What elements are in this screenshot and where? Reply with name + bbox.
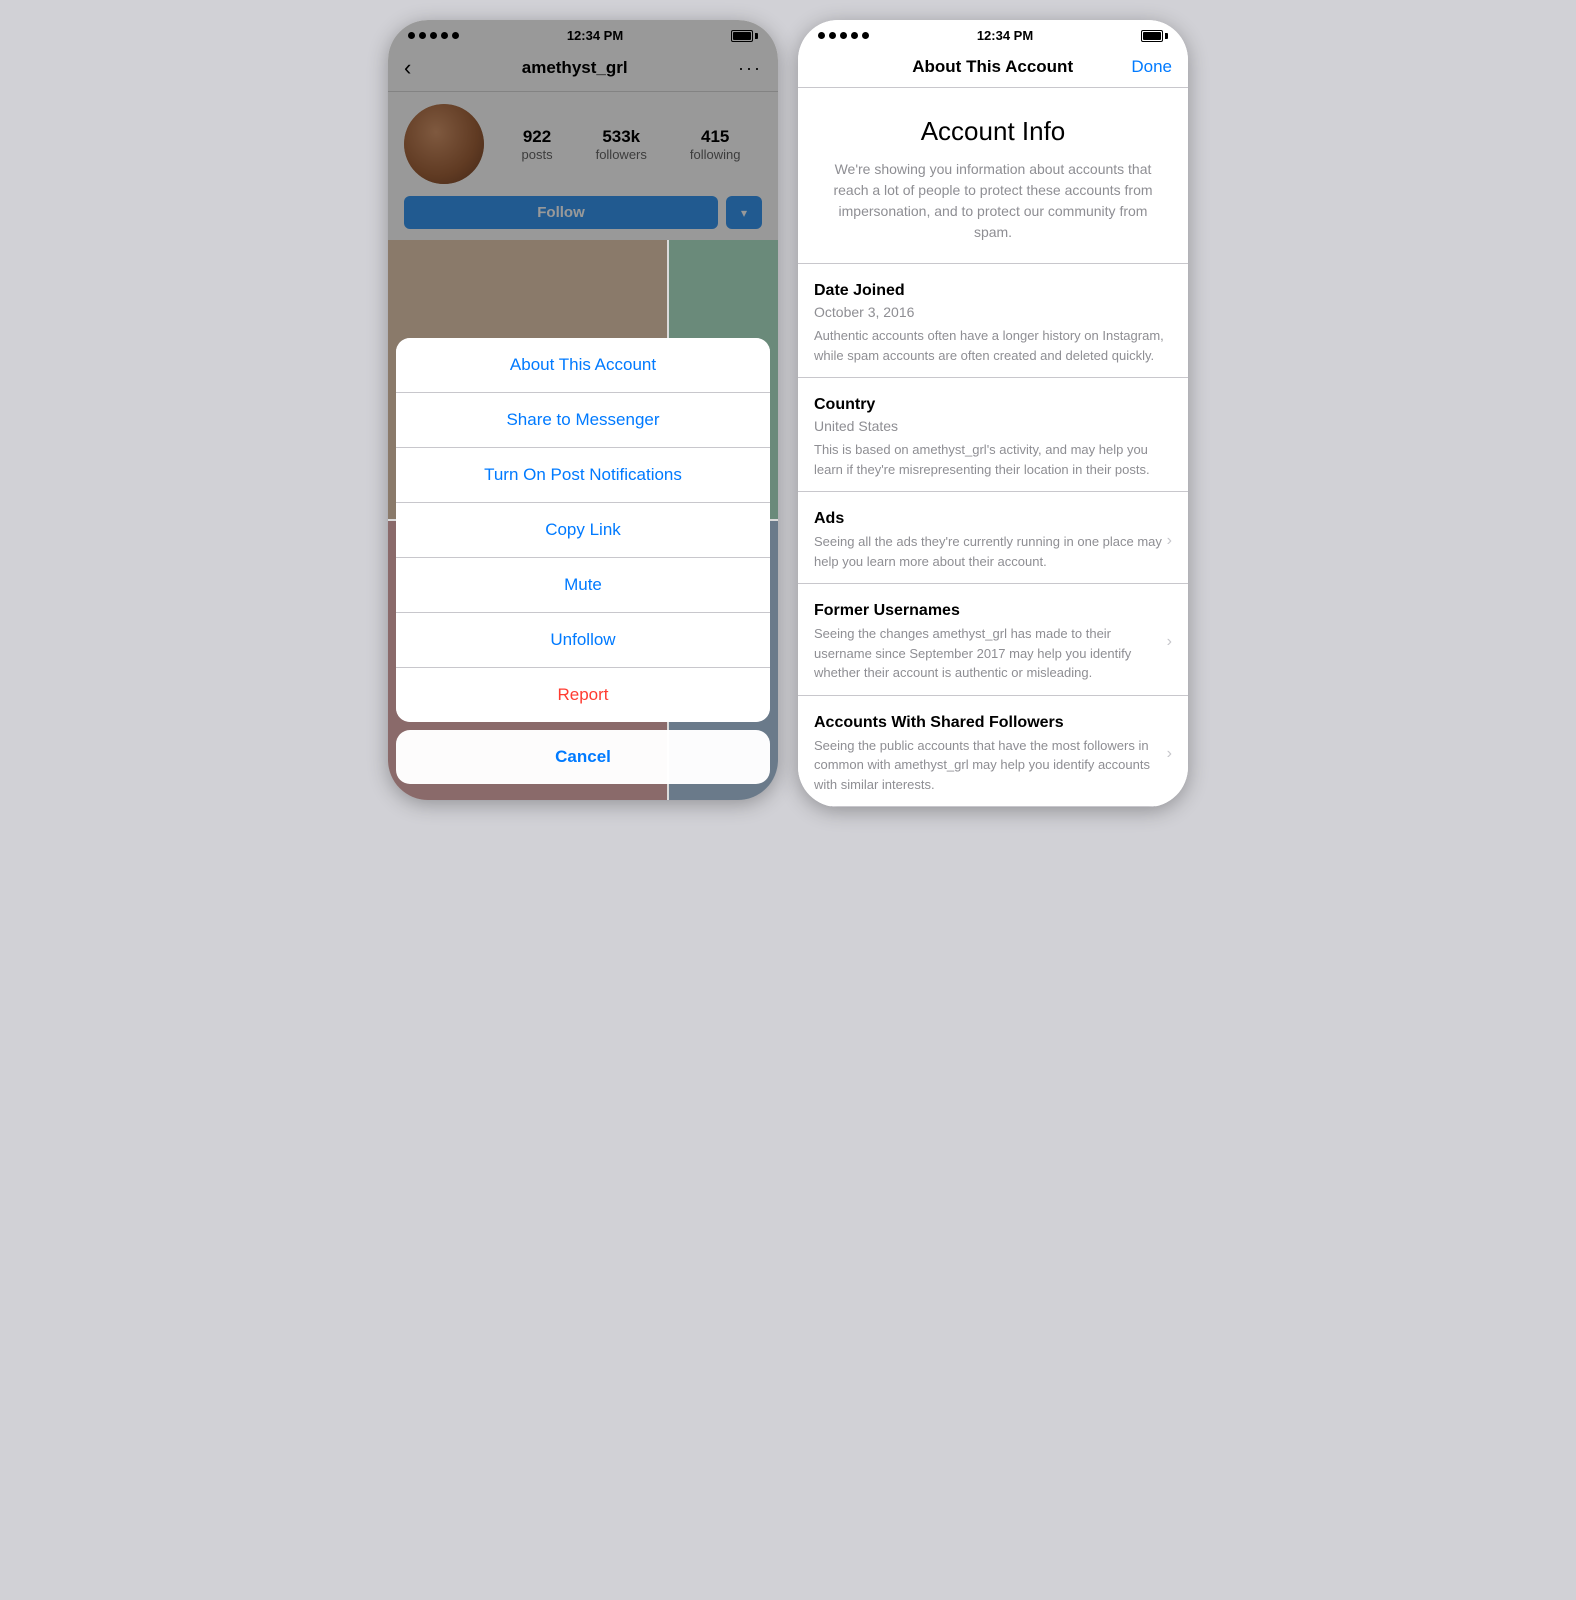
info-section-2[interactable]: Ads Seeing all the ads they're currently… xyxy=(798,492,1188,584)
account-info-title: Account Info xyxy=(822,116,1164,147)
chevron-icon-3: › xyxy=(1167,633,1172,651)
section-desc-2: Seeing all the ads they're currently run… xyxy=(814,532,1167,571)
section-desc-1: This is based on amethyst_grl's activity… xyxy=(814,440,1172,479)
action-share-messenger[interactable]: Share to Messenger xyxy=(396,393,770,448)
section-title-0: Date Joined xyxy=(814,282,1172,300)
battery-tip-right xyxy=(1165,33,1168,39)
action-about-account[interactable]: About This Account xyxy=(396,338,770,393)
action-report[interactable]: Report xyxy=(396,668,770,722)
about-title: About This Account xyxy=(912,57,1073,77)
about-nav: About This Account Done xyxy=(798,47,1188,88)
section-title-4: Accounts With Shared Followers xyxy=(814,714,1167,732)
section-body-3: Former Usernames Seeing the changes amet… xyxy=(814,602,1167,683)
account-info-header: Account Info We're showing you informati… xyxy=(798,88,1188,264)
section-row-4[interactable]: Accounts With Shared Followers Seeing th… xyxy=(814,714,1172,795)
section-desc-0: Authentic accounts often have a longer h… xyxy=(814,326,1172,365)
battery-fill-right xyxy=(1143,32,1161,40)
action-unfollow[interactable]: Unfollow xyxy=(396,613,770,668)
section-desc-3: Seeing the changes amethyst_grl has made… xyxy=(814,624,1167,683)
cancel-sheet: Cancel xyxy=(396,730,770,784)
time-right: 12:34 PM xyxy=(977,28,1033,43)
section-title-2: Ads xyxy=(814,510,1167,528)
signal-dots-right xyxy=(818,32,869,39)
section-body-4: Accounts With Shared Followers Seeing th… xyxy=(814,714,1167,795)
info-sections: Date Joined October 3, 2016 Authentic ac… xyxy=(798,264,1188,807)
info-section-1: Country United States This is based on a… xyxy=(798,378,1188,492)
info-section-3[interactable]: Former Usernames Seeing the changes amet… xyxy=(798,584,1188,696)
dot-r4 xyxy=(851,32,858,39)
dot-r5 xyxy=(862,32,869,39)
about-content: Account Info We're showing you informati… xyxy=(798,88,1188,807)
action-sheet-overlay: About This Account Share to Messenger Tu… xyxy=(388,20,778,800)
cancel-button[interactable]: Cancel xyxy=(396,730,770,784)
battery-body-right xyxy=(1141,30,1163,42)
chevron-icon-2: › xyxy=(1167,532,1172,550)
section-title-1: Country xyxy=(814,396,1172,414)
section-desc-4: Seeing the public accounts that have the… xyxy=(814,736,1167,795)
status-bar-right: 12:34 PM xyxy=(798,20,1188,47)
section-row-2[interactable]: Ads Seeing all the ads they're currently… xyxy=(814,510,1172,571)
dot-r3 xyxy=(840,32,847,39)
action-post-notifications[interactable]: Turn On Post Notifications xyxy=(396,448,770,503)
section-value-1: United States xyxy=(814,418,1172,434)
action-mute[interactable]: Mute xyxy=(396,558,770,613)
section-body-2: Ads Seeing all the ads they're currently… xyxy=(814,510,1167,571)
account-info-description: We're showing you information about acco… xyxy=(822,159,1164,243)
battery-icon-right xyxy=(1141,30,1168,42)
dot-r2 xyxy=(829,32,836,39)
info-section-0: Date Joined October 3, 2016 Authentic ac… xyxy=(798,264,1188,378)
done-button[interactable]: Done xyxy=(1131,57,1172,77)
action-copy-link[interactable]: Copy Link xyxy=(396,503,770,558)
info-section-4[interactable]: Accounts With Shared Followers Seeing th… xyxy=(798,696,1188,808)
section-row-3[interactable]: Former Usernames Seeing the changes amet… xyxy=(814,602,1172,683)
right-phone: 12:34 PM About This Account Done Account… xyxy=(798,20,1188,807)
section-title-3: Former Usernames xyxy=(814,602,1167,620)
left-phone: 12:34 PM ‹ amethyst_grl ··· 922 posts xyxy=(388,20,778,800)
action-sheet: About This Account Share to Messenger Tu… xyxy=(396,338,770,722)
section-value-0: October 3, 2016 xyxy=(814,304,1172,320)
chevron-icon-4: › xyxy=(1167,745,1172,763)
dot-r1 xyxy=(818,32,825,39)
